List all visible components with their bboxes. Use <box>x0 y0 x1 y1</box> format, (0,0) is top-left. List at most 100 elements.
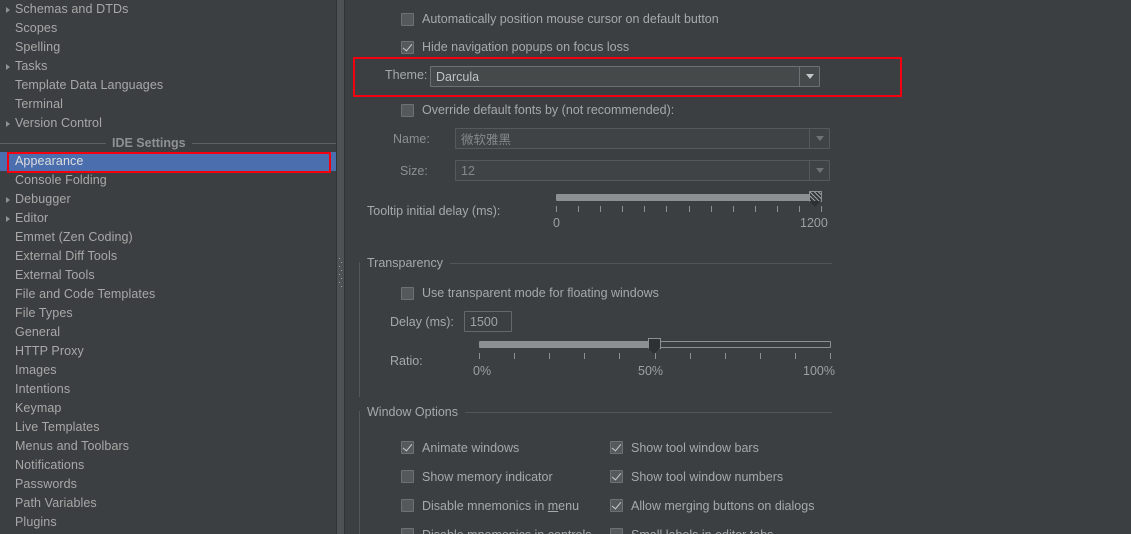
sidebar-item-plugins[interactable]: Plugins <box>0 513 336 532</box>
disable-mnemonics-in-controls-label: Disable mnemonics in controls <box>422 528 592 534</box>
tooltip-delay-label: Tooltip initial delay (ms): <box>367 204 500 218</box>
show-tool-window-bars-checkbox[interactable] <box>610 441 623 454</box>
sidebar-item-label: Debugger <box>15 190 71 209</box>
show-tool-window-numbers-row[interactable]: Show tool window numbers <box>610 462 814 491</box>
hide-nav-popups-checkbox[interactable] <box>401 41 414 54</box>
expand-arrow-icon[interactable] <box>0 7 15 13</box>
transparency-delay-input[interactable]: 1500 <box>464 311 512 332</box>
slider-tick <box>655 353 656 359</box>
small-labels-in-editor-tabs-row[interactable]: Small labels in editor tabs <box>610 520 814 534</box>
settings-category-tree[interactable]: Schemas and DTDsScopesSpellingTasksTempl… <box>0 0 336 534</box>
sidebar-item-file-and-code-templates[interactable]: File and Code Templates <box>0 285 336 304</box>
allow-merging-buttons-on-dialogs-row[interactable]: Allow merging buttons on dialogs <box>610 491 814 520</box>
show-memory-indicator-label: Show memory indicator <box>422 470 553 484</box>
sidebar-item-terminal[interactable]: Terminal <box>0 95 336 114</box>
disable-mnemonics-in-controls-checkbox[interactable] <box>401 528 414 534</box>
sidebar-item-debugger[interactable]: Debugger <box>0 190 336 209</box>
expand-arrow-icon[interactable] <box>0 121 15 127</box>
sidebar-item-passwords[interactable]: Passwords <box>0 475 336 494</box>
sidebar-item-http-proxy[interactable]: HTTP Proxy <box>0 342 336 361</box>
expand-arrow-icon[interactable] <box>0 197 15 203</box>
allow-merging-buttons-on-dialogs-checkbox[interactable] <box>610 499 623 512</box>
animate-windows-label: Animate windows <box>422 441 519 455</box>
show-memory-indicator-row[interactable]: Show memory indicator <box>401 462 592 491</box>
slider-tick <box>549 353 550 359</box>
tooltip-delay-slider-track[interactable] <box>556 194 822 201</box>
show-tool-window-numbers-checkbox[interactable] <box>610 470 623 483</box>
sidebar-item-label: Keymap <box>15 399 61 418</box>
sidebar-item-path-variables[interactable]: Path Variables <box>0 494 336 513</box>
disable-mnemonics-in-menu-label: Disable mnemonics in menu <box>422 499 579 513</box>
font-name-combobox[interactable]: 微软雅黑 <box>455 128 830 149</box>
sidebar-item-template-data-languages[interactable]: Template Data Languages <box>0 76 336 95</box>
sidebar-item-tasks[interactable]: Tasks <box>0 57 336 76</box>
override-fonts-label: Override default fonts by (not recommend… <box>422 103 674 117</box>
sidebar-item-notifications[interactable]: Notifications <box>0 456 336 475</box>
sidebar-item-label: Intentions <box>15 380 70 399</box>
disable-mnemonics-in-controls-row[interactable]: Disable mnemonics in controls <box>401 520 592 534</box>
panel-splitter[interactable] <box>336 0 345 534</box>
sidebar-item-scopes[interactable]: Scopes <box>0 19 336 38</box>
animate-windows-row[interactable]: Animate windows <box>401 433 592 462</box>
settings-dialog: Schemas and DTDsScopesSpellingTasksTempl… <box>0 0 1131 534</box>
override-fonts-row[interactable]: Override default fonts by (not recommend… <box>401 101 674 119</box>
appearance-settings-panel: Automatically position mouse cursor on d… <box>345 0 1131 534</box>
show-tool-window-bars-label: Show tool window bars <box>631 441 759 455</box>
disable-mnemonics-in-menu-checkbox[interactable] <box>401 499 414 512</box>
sidebar-item-label: Path Variables <box>15 494 97 513</box>
sidebar-item-emmet-zen-coding[interactable]: Emmet (Zen Coding) <box>0 228 336 247</box>
animate-windows-checkbox[interactable] <box>401 441 414 454</box>
sidebar-item-spelling[interactable]: Spelling <box>0 38 336 57</box>
small-labels-in-editor-tabs-label: Small labels in editor tabs <box>631 528 773 534</box>
sidebar-item-console-folding[interactable]: Console Folding <box>0 171 336 190</box>
ratio-max-label: 100% <box>803 364 835 378</box>
slider-tick <box>479 353 480 359</box>
disable-mnemonics-in-menu-row[interactable]: Disable mnemonics in menu <box>401 491 592 520</box>
override-fonts-checkbox[interactable] <box>401 104 414 117</box>
expand-arrow-icon[interactable] <box>0 64 15 70</box>
sidebar-item-intentions[interactable]: Intentions <box>0 380 336 399</box>
show-memory-indicator-checkbox[interactable] <box>401 470 414 483</box>
sidebar-item-images[interactable]: Images <box>0 361 336 380</box>
sidebar-item-label: File Types <box>15 304 73 323</box>
ratio-slider-thumb[interactable] <box>648 338 661 349</box>
use-transparent-mode-row[interactable]: Use transparent mode for floating window… <box>401 284 659 302</box>
sidebar-item-schemas-and-dtds[interactable]: Schemas and DTDs <box>0 0 336 19</box>
chevron-down-icon[interactable] <box>809 129 829 148</box>
sidebar-item-external-diff-tools[interactable]: External Diff Tools <box>0 247 336 266</box>
sidebar-item-file-types[interactable]: File Types <box>0 304 336 323</box>
auto-position-cursor-checkbox[interactable] <box>401 13 414 26</box>
theme-combobox[interactable]: Darcula <box>430 66 820 87</box>
chevron-down-icon[interactable] <box>799 67 819 86</box>
sidebar-item-label: File and Code Templates <box>15 285 155 304</box>
font-size-combobox[interactable]: 12 <box>455 160 830 181</box>
sidebar-item-appearance[interactable]: Appearance <box>0 152 336 171</box>
sidebar-item-version-control[interactable]: Version Control <box>0 114 336 133</box>
small-labels-in-editor-tabs-checkbox[interactable] <box>610 528 623 534</box>
sidebar-item-label: External Tools <box>15 266 95 285</box>
slider-tick <box>666 206 667 212</box>
sidebar-item-menus-and-toolbars[interactable]: Menus and Toolbars <box>0 437 336 456</box>
sidebar-item-editor[interactable]: Editor <box>0 209 336 228</box>
slider-tick <box>689 206 690 212</box>
tooltip-delay-slider-thumb[interactable] <box>809 191 822 202</box>
ratio-slider-fill <box>480 342 655 347</box>
sidebar-item-external-tools[interactable]: External Tools <box>0 266 336 285</box>
sidebar-item-label: Console Folding <box>15 171 107 190</box>
sidebar-item-live-templates[interactable]: Live Templates <box>0 418 336 437</box>
sidebar-item-keymap[interactable]: Keymap <box>0 399 336 418</box>
sidebar-item-label: Menus and Toolbars <box>15 437 129 456</box>
window-options-divider-line <box>465 412 832 413</box>
hide-nav-popups-label: Hide navigation popups on focus loss <box>422 40 629 54</box>
sidebar-item-general[interactable]: General <box>0 323 336 342</box>
use-transparent-mode-checkbox[interactable] <box>401 287 414 300</box>
slider-tick <box>578 206 579 212</box>
chevron-down-icon[interactable] <box>809 161 829 180</box>
expand-arrow-icon[interactable] <box>0 216 15 222</box>
auto-position-cursor-row[interactable]: Automatically position mouse cursor on d… <box>401 10 719 28</box>
show-tool-window-bars-row[interactable]: Show tool window bars <box>610 433 814 462</box>
font-name-value: 微软雅黑 <box>456 129 809 148</box>
hide-nav-popups-row[interactable]: Hide navigation popups on focus loss <box>401 38 629 56</box>
slider-tick <box>619 353 620 359</box>
allow-merging-buttons-on-dialogs-label: Allow merging buttons on dialogs <box>631 499 814 513</box>
